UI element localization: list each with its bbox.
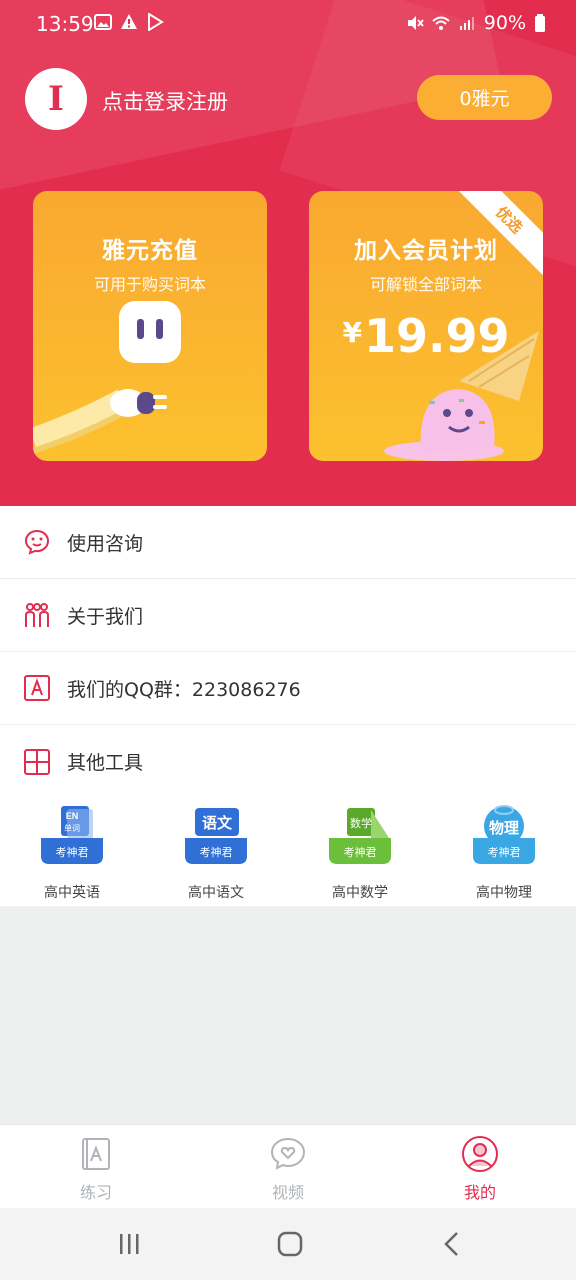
avatar[interactable]: I: [25, 68, 87, 130]
login-register-link[interactable]: 点击登录注册: [102, 86, 228, 116]
battery-percent: 90%: [483, 12, 526, 34]
warning-icon: [121, 14, 137, 29]
tool-label-english: 高中英语: [44, 885, 100, 901]
menu-item-qq-group[interactable]: 我们的QQ群：223086276: [0, 652, 576, 725]
grid-icon: [24, 748, 50, 775]
tab-video[interactable]: 视频: [192, 1125, 384, 1208]
recharge-title: 雅元充值: [102, 238, 198, 264]
user-avatar-icon: [462, 1136, 498, 1172]
english-logo-bottom: 考神君: [56, 845, 89, 859]
signal-icon: [459, 17, 474, 30]
ice-cream-illustration: [384, 331, 539, 461]
math-app-icon: 数学 考神君: [329, 808, 391, 864]
membership-card[interactable]: 优选 加入会员计划 可解锁全部词本 ¥19.99: [309, 191, 543, 461]
power-socket-illustration: [33, 301, 181, 454]
mute-icon: [407, 16, 424, 30]
tool-chinese[interactable]: 语文 考神君 高中语文: [144, 804, 288, 902]
tool-physics[interactable]: 物理 考神君 高中物理: [432, 804, 576, 902]
chinese-logo-top: 语文: [202, 814, 233, 832]
tab-label-mine: 我的: [463, 1183, 496, 1202]
chinese-logo-bottom: 考神君: [200, 845, 233, 859]
people-icon: [25, 603, 49, 627]
system-navigation-bar: [0, 1208, 576, 1280]
tab-label-video: 视频: [271, 1183, 304, 1202]
tool-label-chinese: 高中语文: [188, 885, 244, 901]
tab-mine[interactable]: 我的: [384, 1125, 576, 1208]
menu-label-qq-group: 我们的QQ群：223086276: [67, 678, 301, 701]
tool-label-physics: 高中物理: [476, 885, 532, 901]
menu-list: 使用咨询 关于我们 我们的QQ群：223086276 其他工具 EN 单词 考神…: [0, 506, 576, 906]
recent-apps-icon[interactable]: [114, 1230, 144, 1258]
membership-subtitle: 可解锁全部词本: [369, 275, 482, 294]
physics-app-icon: 物理 考神君: [473, 805, 535, 864]
profile-header: 13:59 90% I 点击登录注册 0雅元 雅元充值 可用于购买词本 优选 加…: [0, 0, 576, 506]
home-icon[interactable]: [275, 1230, 305, 1258]
english-logo-top: EN: [66, 811, 79, 821]
tab-practice[interactable]: 练习: [0, 1125, 192, 1208]
tab-label-practice: 练习: [79, 1183, 112, 1202]
status-time: 13:59: [36, 12, 94, 36]
menu-item-about[interactable]: 关于我们: [0, 579, 576, 652]
wifi-icon: [432, 16, 450, 30]
tool-label-math: 高中数学: [332, 885, 388, 901]
menu-label-other-tools: 其他工具: [67, 752, 144, 774]
english-logo-sub: 单词: [64, 823, 80, 833]
bottom-tab-bar: 练习 视频 我的: [0, 1124, 576, 1208]
battery-icon: [535, 14, 545, 32]
status-bar: 13:59 90%: [0, 0, 576, 48]
avatar-letter: I: [48, 79, 64, 119]
tool-math[interactable]: 数学 考神君 高中数学: [288, 804, 432, 902]
physics-logo-top: 物理: [489, 819, 519, 837]
chat-smile-icon: [24, 529, 50, 555]
tool-english[interactable]: EN 单词 考神君 高中英语: [0, 804, 144, 902]
tools-grid: EN 单词 考神君 高中英语 语文 考神君 高中语文 数学 考神君 高中数学 物…: [0, 798, 576, 902]
physics-logo-bottom: 考神君: [488, 845, 521, 859]
play-store-icon: [148, 13, 164, 31]
chinese-app-icon: 语文 考神君: [185, 808, 247, 864]
menu-label-consult: 使用咨询: [67, 532, 144, 555]
chat-heart-icon: [270, 1137, 306, 1170]
coins-balance-button[interactable]: 0雅元: [417, 75, 552, 120]
back-icon[interactable]: [437, 1230, 467, 1258]
math-logo-top: 数学: [350, 816, 372, 830]
menu-item-other-tools: 其他工具: [0, 725, 576, 798]
math-logo-bottom: 考神君: [344, 845, 377, 859]
menu-label-about: 关于我们: [67, 605, 144, 628]
menu-item-consult[interactable]: 使用咨询: [0, 506, 576, 579]
book-icon: [82, 1138, 110, 1170]
english-app-icon: EN 单词 考神君: [41, 806, 103, 864]
recharge-card[interactable]: 雅元充值 可用于购买词本: [33, 191, 267, 461]
letter-a-icon: [24, 675, 50, 701]
gallery-icon: [94, 14, 112, 30]
